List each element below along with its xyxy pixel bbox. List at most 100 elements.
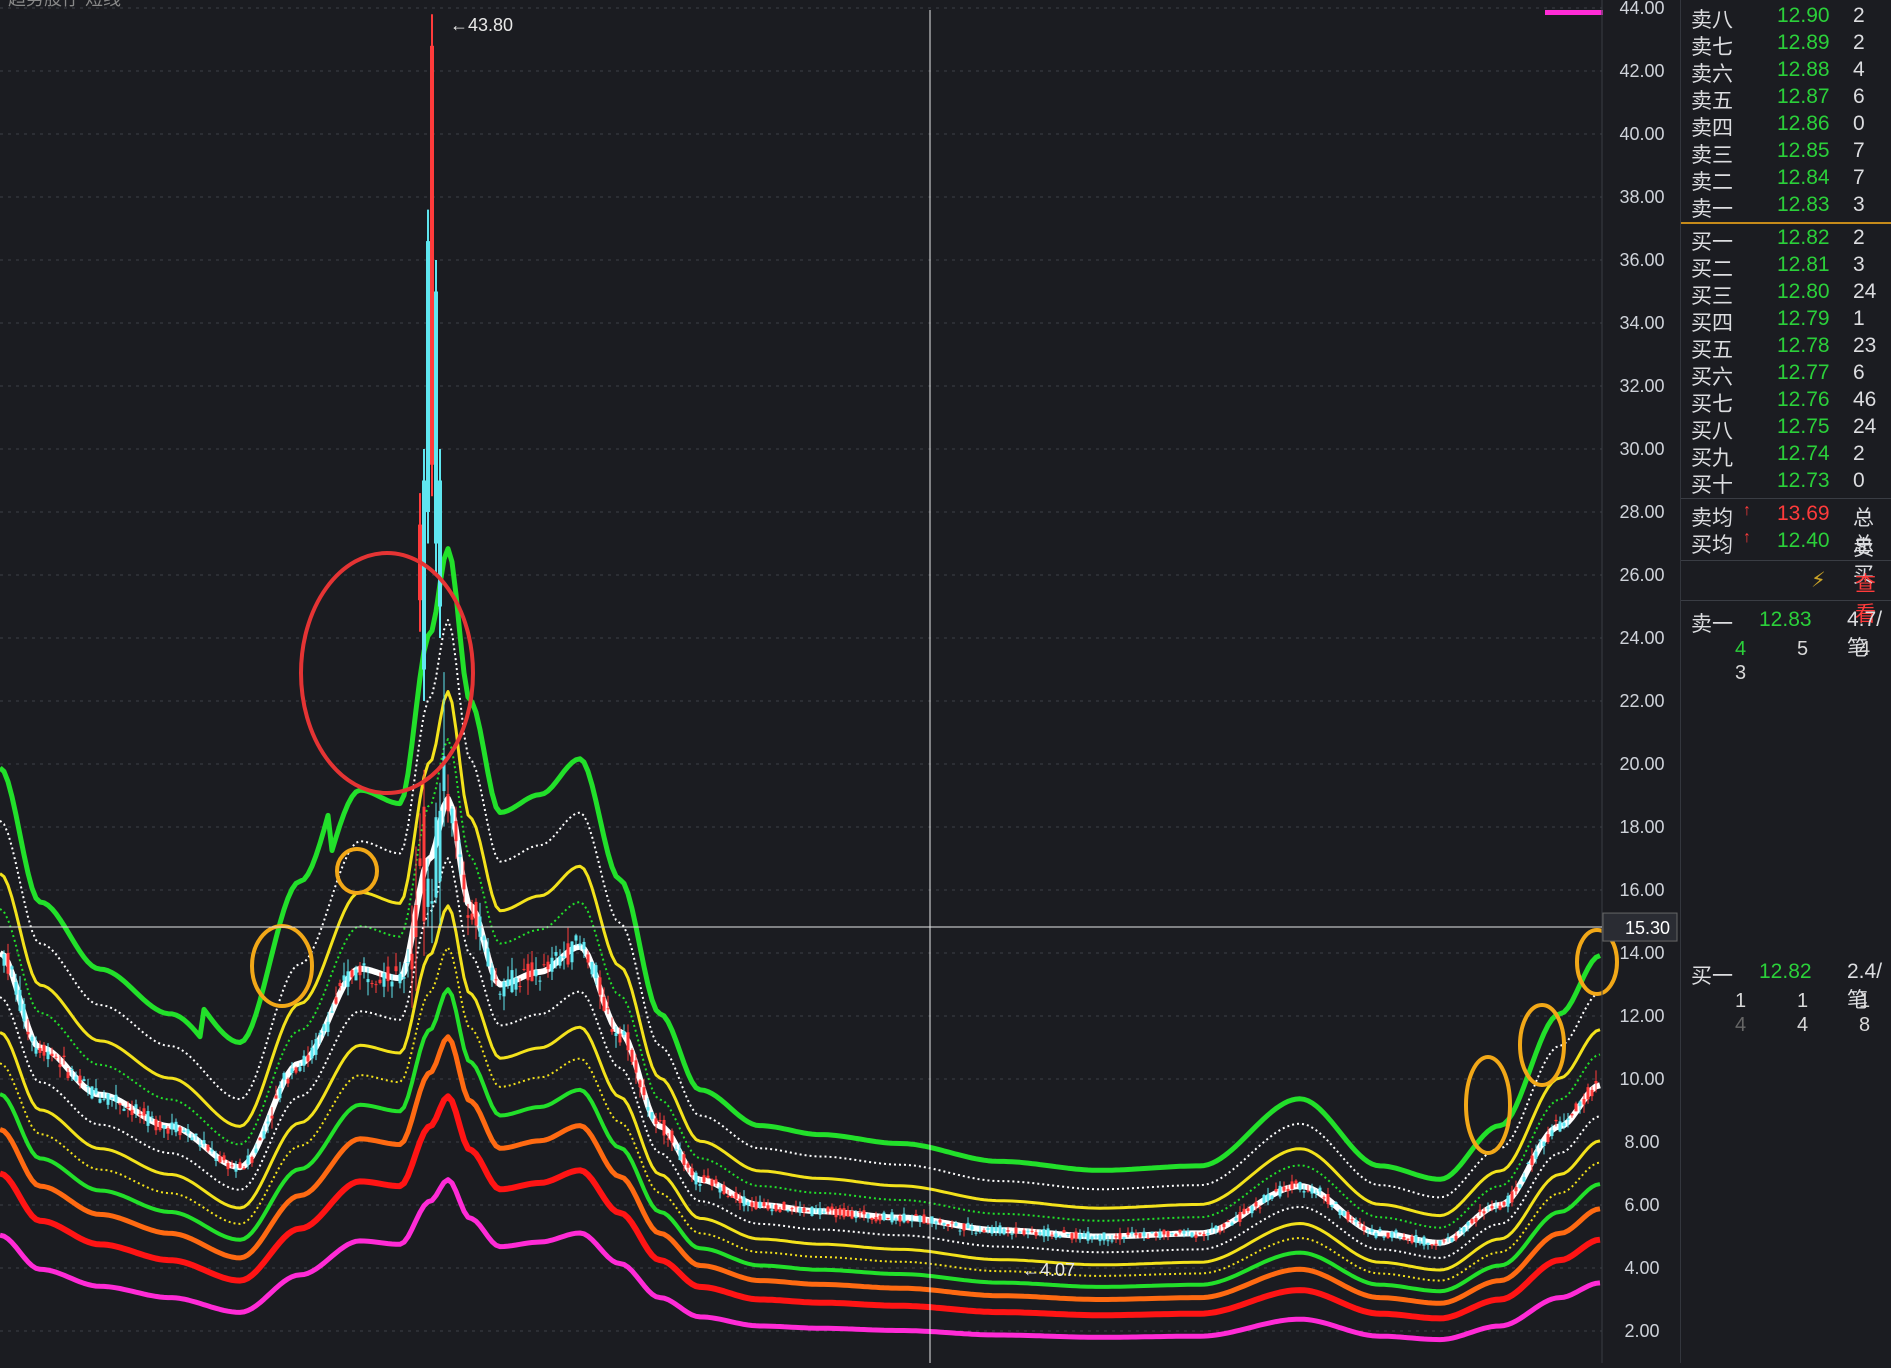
candle-body [794, 1206, 798, 1208]
candle-body [1370, 1229, 1374, 1233]
candle-body [1070, 1233, 1074, 1240]
crosshair-price-label: 15.30 [1625, 918, 1670, 938]
sell-level-row[interactable]: 卖五 12.87 6 [1681, 85, 1891, 113]
buy-level-row[interactable]: 买一 12.82 2 [1681, 226, 1891, 254]
candle-body [130, 1109, 134, 1115]
order-level-price: 12.74 [1777, 442, 1830, 465]
buy-level-row[interactable]: 买十 12.73 0 [1681, 469, 1891, 497]
buy-level-row[interactable]: 买六 12.77 6 [1681, 361, 1891, 389]
candle-body [606, 1008, 610, 1010]
order-level-price: 12.73 [1777, 469, 1830, 492]
candle-body [746, 1202, 750, 1206]
kline-chart[interactable]: ←43.80 ←4.07 44.00 42.00 40.00 38.00 36.00 34.… [0, 0, 1891, 1363]
candle-body [38, 1048, 42, 1053]
candle-body [1402, 1236, 1406, 1240]
candle-body [1282, 1186, 1286, 1191]
candle-body [1474, 1217, 1478, 1223]
candle-body [986, 1228, 990, 1230]
candle-body [1498, 1205, 1502, 1210]
candle-body [870, 1217, 874, 1220]
order-level-volume: 3 [1853, 193, 1865, 216]
candle-body [758, 1201, 762, 1208]
candle-body [1466, 1222, 1470, 1226]
candle-body [1218, 1230, 1222, 1233]
candle-body [414, 904, 418, 938]
queue-cell: 1 [1797, 990, 1809, 1012]
price-chart-svg[interactable]: ←43.80←4.07 44.0042.0040.0038.0036.0034.… [0, 0, 1891, 1363]
sell-level-row[interactable]: 卖四 12.86 0 [1681, 112, 1891, 140]
order-level-price: 12.89 [1777, 31, 1830, 54]
candle-body [1494, 1206, 1498, 1208]
order-level-price: 12.88 [1777, 58, 1830, 81]
candle-body [1486, 1207, 1490, 1209]
candle-body [838, 1208, 842, 1216]
order-level-volume: 24 [1853, 415, 1877, 438]
candle-body [1442, 1240, 1446, 1242]
candle-body [110, 1097, 114, 1099]
buy-level-row[interactable]: 买九 12.74 2 [1681, 442, 1891, 470]
sell-level-row[interactable]: 卖二 12.84 7 [1681, 166, 1891, 194]
candle-body [1226, 1221, 1230, 1223]
candle-body [626, 1032, 630, 1051]
candle-body [1174, 1234, 1178, 1237]
buy-level-row[interactable]: 买三 12.80 24 [1681, 280, 1891, 308]
sell-avg-row[interactable]: 卖均 13.69 总卖 ↑ [1681, 502, 1891, 560]
candle-body [1546, 1134, 1550, 1143]
candle-body [1142, 1231, 1146, 1237]
candle-body [170, 1122, 174, 1130]
candle-body [354, 969, 358, 981]
candle-body [990, 1226, 994, 1234]
candle-body [666, 1138, 670, 1140]
candle-body [1322, 1197, 1326, 1199]
candle-body [1450, 1237, 1454, 1242]
candle-body [1250, 1206, 1254, 1214]
buy1-queue-row[interactable]: 买一 12.82 2.4/笔 [1681, 960, 1891, 1012]
candle-body [586, 954, 590, 963]
order-level-volume: 0 [1853, 469, 1865, 492]
candle-body [926, 1223, 930, 1225]
candle-body [1378, 1229, 1382, 1231]
candle-body [574, 935, 578, 941]
order-level-volume: 1 [1853, 307, 1865, 330]
sell-level-row[interactable]: 卖三 12.85 7 [1681, 139, 1891, 167]
buy-level-row[interactable]: 买四 12.79 1 [1681, 307, 1891, 335]
candle-body [774, 1205, 778, 1211]
sell1-queue-row[interactable]: 卖一 12.83 4.7/笔 [1681, 608, 1891, 660]
buy-level-row[interactable]: 买七 12.76 46 [1681, 388, 1891, 416]
candle-body [238, 1162, 242, 1168]
buy-avg-row[interactable]: 买均 12.40 总买 ↑ [1681, 529, 1891, 587]
view-row[interactable]: ⚡ 查看 [1681, 568, 1891, 626]
candle-body [14, 982, 18, 995]
candle-body [846, 1210, 850, 1217]
buy-level-row[interactable]: 买八 12.75 24 [1681, 415, 1891, 443]
candle-body [1002, 1229, 1006, 1235]
y-tick-label: 40.00 [1619, 124, 1664, 144]
candle-body [946, 1224, 950, 1226]
sell-level-row[interactable]: 卖七 12.89 2 [1681, 31, 1891, 59]
sell-level-row[interactable]: 卖六 12.88 4 [1681, 58, 1891, 86]
y-tick-label: 20.00 [1619, 754, 1664, 774]
candle-body [1542, 1141, 1546, 1147]
sell-level-row[interactable]: 卖一 12.83 3 [1681, 193, 1891, 221]
candle-body [218, 1156, 222, 1163]
candle-body [822, 1211, 826, 1213]
candle-body [562, 956, 566, 958]
candle-body [30, 1036, 34, 1042]
sell-level-row[interactable]: 卖八 12.90 2 [1681, 4, 1891, 32]
candle-body [278, 1088, 282, 1099]
candle-body [1022, 1230, 1026, 1235]
candle-body [438, 810, 442, 882]
candle-body [686, 1163, 690, 1168]
candle-body [78, 1075, 82, 1084]
candle-body [634, 1060, 638, 1073]
candle-body [934, 1221, 938, 1224]
order-level-volume: 24 [1853, 280, 1877, 303]
buy-level-row[interactable]: 买五 12.78 23 [1681, 334, 1891, 362]
buy-level-row[interactable]: 买二 12.81 3 [1681, 253, 1891, 281]
candle-body [166, 1127, 170, 1134]
candle-body [138, 1113, 142, 1116]
candle-body [886, 1217, 890, 1219]
candle-body [1186, 1230, 1190, 1232]
candle-body [1122, 1236, 1126, 1239]
candle-body [942, 1222, 946, 1225]
